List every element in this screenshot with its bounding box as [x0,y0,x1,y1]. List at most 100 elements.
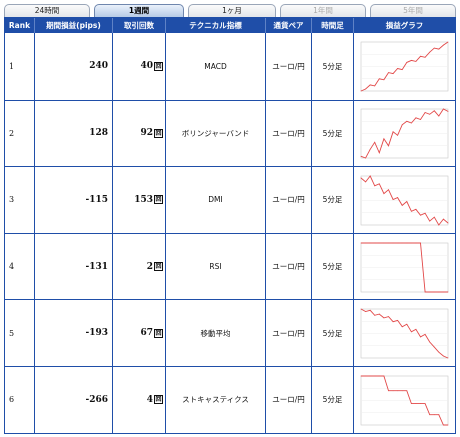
trade-count-value: 67 [140,328,153,339]
pl-data-point [447,424,449,426]
pl-data-point [433,291,435,292]
pl-data-point [443,424,444,426]
pl-data-point [383,79,385,81]
timeframe-cell: 5分足 [312,300,354,366]
pl-data-point [406,242,408,243]
pl-data-point [406,121,408,123]
count-unit-badge: 回 [154,262,163,272]
pl-data-point [360,375,362,377]
table-row: 4 -131 2回 RSI ユーロ/円 5分足 [5,232,455,300]
pl-data-point [443,355,444,357]
pl-data-point [424,57,426,59]
pl-data-point [420,402,421,404]
pl-data-point [374,142,376,144]
pl-data-point [443,44,444,46]
header-pl-graph: 損益グラフ [385,21,424,30]
indicator-cell[interactable]: 移動平均 [166,300,266,366]
currency-pair-cell: ユーロ/円 [266,233,312,300]
pl-data-point [360,242,362,243]
pl-data-point [365,157,366,159]
pl-data-point [383,138,385,140]
tab-1week[interactable]: 1週間 [94,4,184,17]
pl-data-point [443,108,444,110]
pl-graph-cell[interactable] [354,33,455,100]
table-body: 1 240 40 回 MACD ユーロ/円 5分足 2 128 92 回 ボリンジャ… [5,33,455,433]
pl-graph-cell[interactable] [354,367,455,433]
pl-data-point [378,375,380,377]
pl-data-point [388,145,389,147]
pl-data-point [410,402,412,404]
pl-line-chart [360,108,449,159]
pl-data-point [429,291,431,292]
pips-cell: 128 [35,100,113,167]
tab-24h[interactable]: 24時間 [4,4,90,17]
pl-data-point [401,124,403,126]
tab-5year[interactable]: 5年間 [370,4,456,17]
pl-data-point [392,242,394,243]
tab-1month[interactable]: 1ヶ月 [188,4,276,17]
pl-line-chart [360,175,449,226]
pl-graph-cell[interactable] [354,167,455,233]
pl-data-point [447,357,449,359]
pl-data-point [374,242,376,243]
indicator-cell[interactable]: RSI [166,233,266,300]
indicator-cell[interactable]: ボリンジャーバンド [166,100,266,167]
pl-data-point [369,375,371,377]
pl-data-point [429,114,431,116]
pl-data-point [410,331,412,333]
count-unit-badge: 回 [154,195,163,205]
table-row: 3 -115 153 回 DMI ユーロ/円 5分足 [5,166,455,233]
pl-data-point [410,242,412,243]
pl-data-point [365,181,366,183]
count-unit-badge: 回 [154,61,163,71]
pl-data-point [397,135,399,137]
header-trade-count: 取引回数 [113,18,166,33]
pl-data-point [424,212,426,214]
pl-data-point [392,131,394,133]
tab-1year[interactable]: 1年間 [280,4,366,17]
pl-data-point [397,68,399,70]
pl-graph-cell[interactable] [354,234,455,300]
pl-graph-cell[interactable] [354,300,455,366]
header-pips: 期間損益(pips) [35,18,113,33]
indicator-cell[interactable]: ストキャスティクス [166,366,266,433]
pl-data-point [406,201,408,202]
rank-cell: 4 [5,233,35,300]
pl-data-point [447,222,449,224]
trade-count-cell: 4回 [113,366,166,433]
rank-cell: 5 [5,300,35,366]
pl-data-point [443,218,444,220]
pl-data-point [429,52,431,53]
pl-data-point [424,291,426,292]
pl-data-point [369,242,371,243]
pl-data-point [365,242,366,243]
pl-data-point [383,242,385,243]
indicator-cell[interactable]: MACD [166,33,266,100]
pl-data-point [406,390,408,391]
indicator-cell[interactable]: DMI [166,167,266,233]
pl-data-point [433,110,435,112]
pl-data-point [429,341,431,343]
pl-graph-cell[interactable] [354,101,455,167]
pl-data-point [420,242,421,243]
pl-data-point [415,242,417,243]
currency-pair-cell: ユーロ/円 [266,33,312,100]
rank-cell: 1 [5,33,35,100]
pips-cell: -131 [35,233,113,300]
pl-data-point [438,291,440,292]
pl-data-point [378,313,380,315]
currency-pair-cell: ユーロ/円 [266,167,312,233]
timeframe-cell: 5分足 [312,33,354,100]
pl-data-point [415,117,417,119]
pl-data-point [410,122,412,124]
pl-data-point [401,326,403,328]
trade-count-value: 92 [140,128,153,139]
table-row: 2 128 92 回 ボリンジャーバンド ユーロ/円 5分足 [5,99,455,167]
pl-data-point [424,402,426,404]
pl-data-point [392,199,394,200]
pl-data-point [420,214,421,216]
pl-data-point [360,177,362,179]
pl-data-point [424,112,426,114]
header-indicator: テクニカル指標 [166,18,266,33]
pl-data-point [447,291,449,292]
